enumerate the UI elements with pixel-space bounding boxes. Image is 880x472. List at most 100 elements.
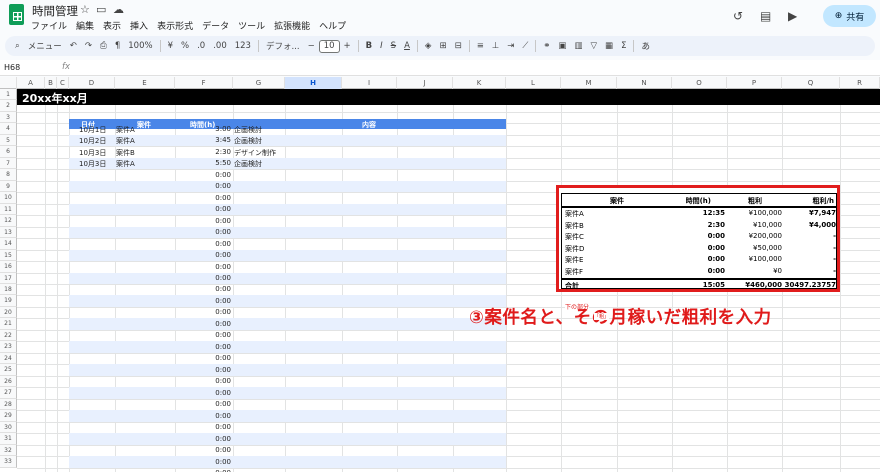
bold-button[interactable]: B <box>362 41 376 51</box>
move-folder-icon[interactable]: ▭ <box>96 3 106 16</box>
row-header-23[interactable]: 23 <box>0 341 17 353</box>
font-size-input[interactable]: 10 <box>318 39 340 53</box>
summary-profit[interactable]: ¥100,000 <box>749 209 782 217</box>
column-header-k[interactable]: K <box>453 77 506 89</box>
summary-project[interactable]: 案件B <box>565 221 584 231</box>
column-header-d[interactable]: D <box>69 77 115 89</box>
increase-font-size-icon[interactable]: + <box>340 41 355 51</box>
text-color-button[interactable]: A <box>400 41 414 51</box>
summary-project[interactable]: 案件F <box>565 267 583 277</box>
summary-project[interactable]: 案件C <box>565 232 584 242</box>
column-header-c[interactable]: C <box>57 77 69 89</box>
cell-date[interactable]: 10月1日 <box>79 125 106 135</box>
row-header-2[interactable]: 2 <box>0 100 17 112</box>
row-header-19[interactable]: 19 <box>0 295 17 307</box>
column-header-g[interactable]: G <box>233 77 285 89</box>
summary-project[interactable]: 案件E <box>565 255 583 265</box>
cell-time[interactable]: 0:00 <box>215 285 231 293</box>
column-header-m[interactable]: M <box>561 77 617 89</box>
cell-date[interactable]: 10月2日 <box>79 136 106 146</box>
menu-data[interactable]: データ <box>202 19 229 33</box>
history-icon[interactable]: ↺ <box>733 9 743 23</box>
print-icon[interactable]: ⎙ <box>96 41 111 51</box>
cell-time[interactable]: 0:00 <box>215 366 231 374</box>
summary-profit[interactable]: ¥100,000 <box>749 255 782 263</box>
name-box[interactable]: H68 <box>4 63 20 72</box>
column-header-n[interactable]: N <box>617 77 672 89</box>
summary-header-project[interactable]: 案件 <box>610 196 624 206</box>
currency-format-button[interactable]: ¥ <box>164 41 177 51</box>
row-header-13[interactable]: 13 <box>0 226 17 239</box>
cell-time[interactable]: 0:00 <box>215 182 231 190</box>
summary-project[interactable]: 案件D <box>565 244 584 254</box>
row-header-7[interactable]: 7 <box>0 157 17 170</box>
column-header-o[interactable]: O <box>672 77 727 89</box>
column-header-b[interactable]: B <box>45 77 57 89</box>
summary-time[interactable]: 0:00 <box>708 267 725 275</box>
row-header-8[interactable]: 8 <box>0 169 17 181</box>
cell-content[interactable]: デザイン制作 <box>234 148 276 158</box>
redo-icon[interactable]: ↷ <box>81 41 96 51</box>
cell-time[interactable]: 0:00 <box>215 308 231 316</box>
comment-icon[interactable]: ▤ <box>760 9 771 23</box>
search-menu-button[interactable]: メニュー <box>24 40 66 52</box>
select-all-corner[interactable] <box>0 77 17 89</box>
column-header-j[interactable]: J <box>397 77 453 89</box>
cell-time[interactable]: 0:00 <box>215 171 231 179</box>
row-header-6[interactable]: 6 <box>0 146 17 158</box>
column-header-i[interactable]: I <box>342 77 397 89</box>
paint-format-icon[interactable]: ¶ <box>111 41 124 51</box>
summary-per-hour[interactable]: - <box>833 232 836 240</box>
column-header-l[interactable]: L <box>506 77 561 89</box>
row-header-22[interactable]: 22 <box>0 329 17 342</box>
insert-chart-icon[interactable]: ▥ <box>570 41 586 51</box>
row-header-14[interactable]: 14 <box>0 238 17 250</box>
row-header-24[interactable]: 24 <box>0 352 17 365</box>
merge-cells-icon[interactable]: ⊟ <box>451 41 466 51</box>
row-header-30[interactable]: 30 <box>0 421 17 434</box>
menu-format[interactable]: 表示形式 <box>157 19 193 33</box>
row-header-15[interactable]: 15 <box>0 249 17 262</box>
decrease-font-size-icon[interactable]: − <box>304 41 319 51</box>
row-header-26[interactable]: 26 <box>0 375 17 388</box>
insert-link-icon[interactable]: ⚭ <box>539 41 554 51</box>
row-header-4[interactable]: 4 <box>0 123 17 135</box>
formula-input[interactable] <box>76 61 876 74</box>
cell-time[interactable]: 0:00 <box>215 297 231 305</box>
cell-time[interactable]: 0:00 <box>215 194 231 202</box>
text-wrap-icon[interactable]: ⇥ <box>503 41 518 51</box>
text-rotation-icon[interactable]: ⟋ <box>518 41 532 51</box>
column-header-e[interactable]: E <box>115 77 175 89</box>
summary-header-profit[interactable]: 粗利 <box>748 196 762 206</box>
cell-time[interactable]: 0:00 <box>215 331 231 339</box>
menu-view[interactable]: 表示 <box>103 19 121 33</box>
star-icon[interactable]: ☆ <box>80 3 90 16</box>
row-header-21[interactable]: 21 <box>0 318 17 330</box>
row-header-29[interactable]: 29 <box>0 410 17 422</box>
row-header-12[interactable]: 12 <box>0 215 17 227</box>
italic-button[interactable]: I <box>376 41 387 51</box>
row-header-11[interactable]: 11 <box>0 203 17 216</box>
cell-content[interactable]: 企画検討 <box>234 136 262 146</box>
summary-per-hour[interactable]: - <box>833 267 836 275</box>
decrease-decimal-button[interactable]: .0 <box>193 41 209 51</box>
summary-total-label[interactable]: 合計 <box>565 281 579 291</box>
cell-time[interactable]: 5:50 <box>215 159 231 167</box>
row-header-25[interactable]: 25 <box>0 364 17 376</box>
menu-edit[interactable]: 編集 <box>76 19 94 33</box>
undo-icon[interactable]: ↶ <box>66 41 81 51</box>
document-title[interactable]: 時間管理 <box>32 3 78 19</box>
zoom-select[interactable]: 100% <box>124 41 156 51</box>
sheets-logo-icon[interactable] <box>9 4 24 25</box>
cell-time[interactable]: 0:00 <box>215 274 231 282</box>
cell-project[interactable]: 案件A <box>116 159 135 169</box>
summary-time[interactable]: 12:35 <box>703 209 725 217</box>
row-header-33[interactable]: 33 <box>0 456 17 468</box>
summary-profit[interactable]: ¥50,000 <box>753 244 782 252</box>
sheet-grid[interactable]: ABCDEFGHIJKLMNOPQR 1 2 3 4 5 6 7 8 9 10 11 12 13 14 15… <box>0 77 880 472</box>
month-banner[interactable]: 20xx年xx月 <box>17 89 880 105</box>
cell-time[interactable]: 0:00 <box>215 435 231 443</box>
column-header-r[interactable]: R <box>840 77 880 89</box>
summary-header-time[interactable]: 時間(h) <box>686 196 711 206</box>
cell-time[interactable]: 0:00 <box>215 320 231 328</box>
